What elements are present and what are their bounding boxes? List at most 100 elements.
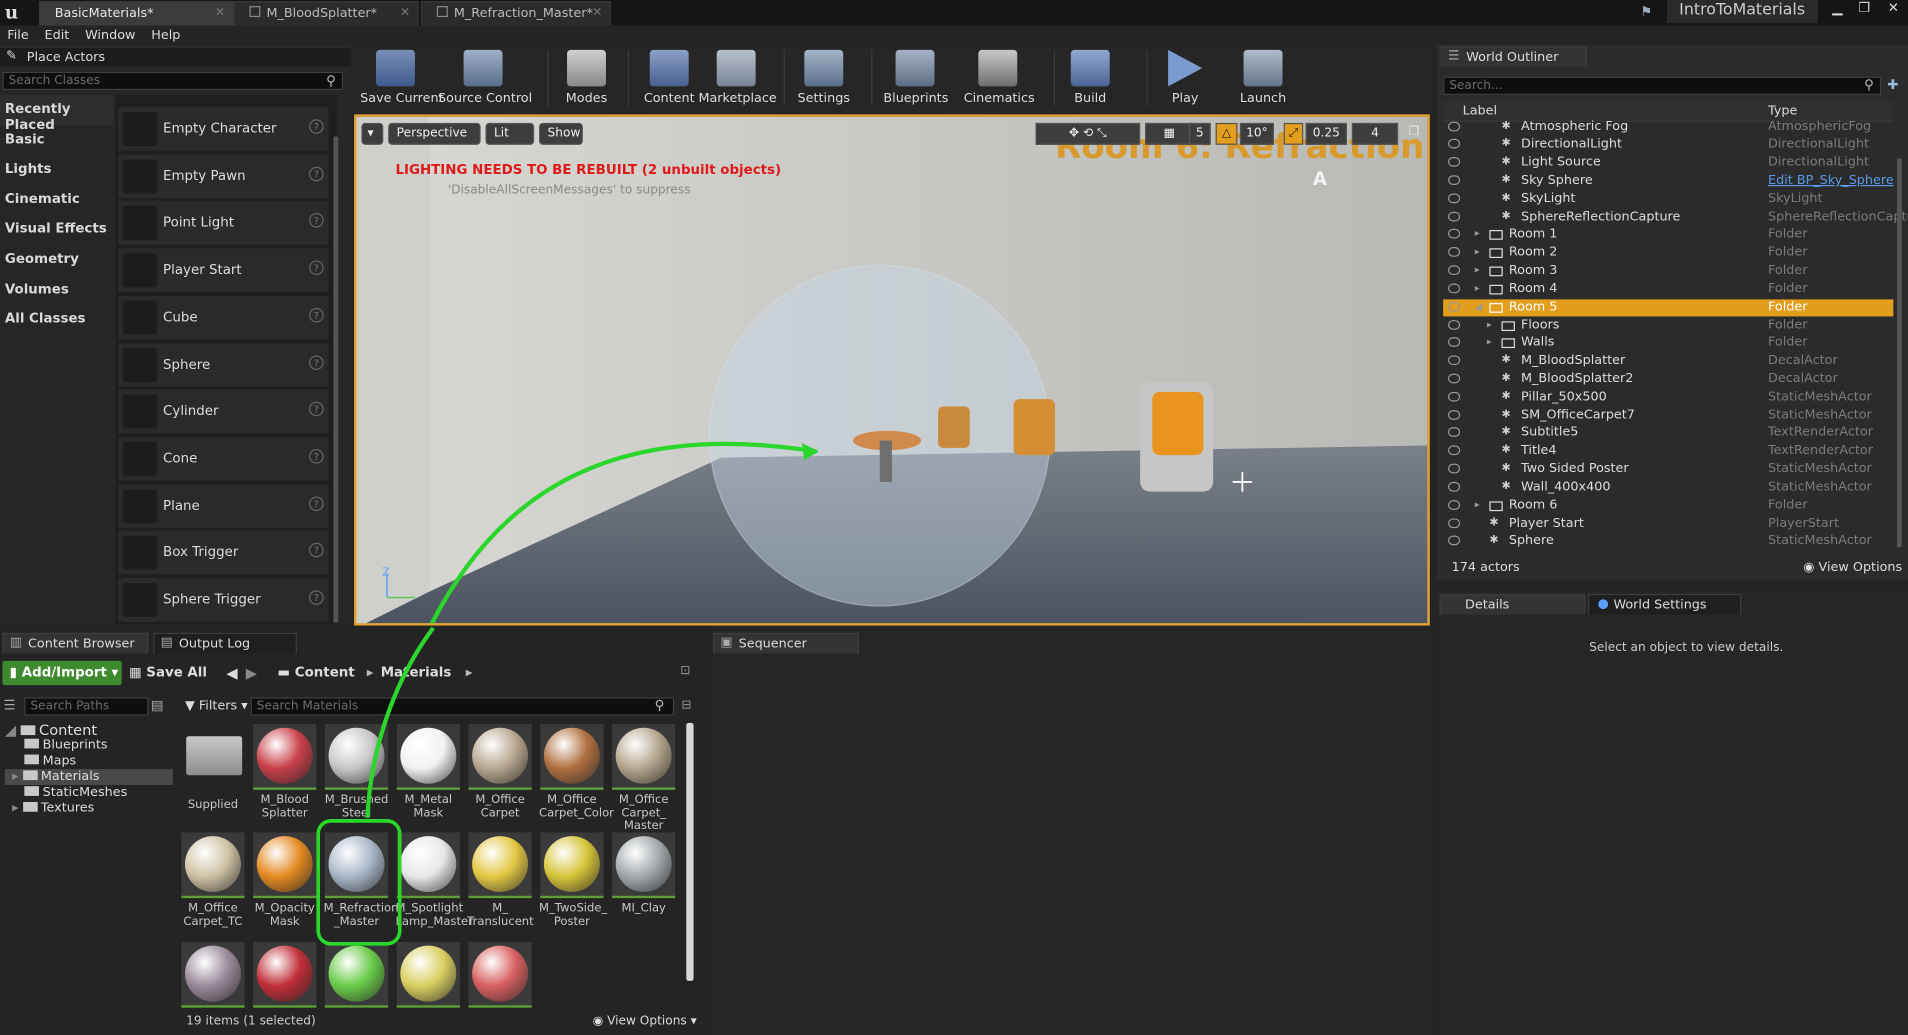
outliner-search-input[interactable]: Search... [1443, 76, 1882, 95]
material-asset[interactable]: M_ Translucent [467, 832, 534, 928]
outliner-row[interactable]: ✱ Title4 TextRenderActor [1443, 443, 1893, 461]
outliner-row[interactable]: ▸ Room 3 Folder [1443, 263, 1893, 281]
search-materials-input[interactable]: Search Materials [250, 697, 675, 716]
marketplace-button[interactable]: Marketplace [698, 49, 777, 106]
visibility-eye-icon[interactable] [1447, 283, 1461, 294]
world-outliner-tab[interactable]: ☰ World Outliner [1440, 46, 1587, 67]
actor-item[interactable]: Sphere Trigger? [118, 578, 329, 622]
help-icon[interactable]: ? [309, 401, 324, 417]
scale-snap-value[interactable]: 0.25 [1305, 122, 1347, 145]
content-button[interactable]: Content [642, 49, 696, 106]
actor-item[interactable]: Empty Character? [118, 107, 329, 151]
label-column-header[interactable]: Label [1463, 103, 1497, 118]
actor-item[interactable]: Plane? [118, 483, 329, 528]
maximize-viewport-icon[interactable]: ❐ [1405, 123, 1422, 145]
view-icon[interactable]: ▤ [151, 697, 164, 713]
filters-button[interactable]: ▼ Filters ▾ [185, 699, 248, 714]
visibility-eye-icon[interactable] [1447, 409, 1461, 420]
category-geometry[interactable]: Geometry [0, 245, 113, 275]
outliner-row[interactable]: ▸ Room 4 Folder [1443, 281, 1893, 299]
lit-button[interactable]: Lit [485, 122, 535, 145]
category-visual-effects[interactable]: Visual Effects [0, 215, 113, 245]
category-cinematic[interactable]: Cinematic [0, 185, 113, 215]
category-volumes[interactable]: Volumes [0, 275, 113, 305]
tree-item-content[interactable]: ◢ Content [5, 722, 173, 739]
help-icon[interactable]: ? [309, 119, 324, 134]
actor-item[interactable]: Player Start? [118, 248, 329, 293]
visibility-eye-icon[interactable] [1447, 121, 1461, 131]
actor-item[interactable]: Sphere? [118, 342, 329, 387]
asset-view-options[interactable]: ◉ View Options ▾ [593, 1015, 697, 1028]
help-icon[interactable]: ? [309, 354, 324, 370]
outliner-view-options[interactable]: ◉ View Options [1803, 560, 1902, 575]
menu-edit[interactable]: Edit [37, 27, 78, 43]
material-asset[interactable] [395, 941, 461, 1013]
camera-speed-button[interactable]: 4 [1351, 122, 1399, 145]
build-button[interactable]: Build [1066, 49, 1115, 106]
close-window-icon[interactable]: ✕ [1881, 0, 1905, 17]
outliner-row[interactable]: ✱ Atmospheric Fog AtmosphericFog [1443, 119, 1893, 137]
menu-help[interactable]: Help [144, 27, 189, 43]
help-icon[interactable]: ? [309, 307, 324, 323]
sequencer-tab[interactable]: ▣ Sequencer [713, 632, 860, 654]
material-asset[interactable]: M_Blood Splatter [252, 724, 318, 820]
outliner-row[interactable]: ✱ SkyLight SkyLight [1443, 191, 1893, 209]
expanded-arrow-icon[interactable]: ◢ [1475, 300, 1487, 312]
tree-item-blueprints[interactable]: Blueprints [5, 738, 173, 754]
material-asset[interactable] [324, 941, 390, 1013]
actor-item[interactable]: Cube? [118, 295, 329, 340]
tree-item-textures[interactable]: ▸ Textures [5, 801, 173, 817]
outliner-row[interactable]: ✱ Sphere StaticMeshActor [1443, 533, 1893, 551]
outliner-row[interactable]: ✱ Subtitle5 TextRenderActor [1443, 425, 1893, 443]
visibility-eye-icon[interactable] [1447, 445, 1461, 456]
actor-item[interactable]: Point Light? [118, 201, 329, 246]
add-filter-icon[interactable]: ✚ [1887, 77, 1898, 93]
notification-icon[interactable]: ⚑ [1640, 4, 1657, 20]
outliner-row[interactable]: ✱ SM_OfficeCarpet7 StaticMeshActor [1443, 407, 1893, 425]
outliner-row[interactable]: ✱ Two Sided Poster StaticMeshActor [1443, 461, 1893, 479]
close-icon[interactable]: ✕ [215, 6, 225, 19]
material-asset[interactable]: M_Office Carpet_Color [539, 724, 614, 820]
collapsed-arrow-icon[interactable]: ▸ [1475, 246, 1487, 258]
settings-button[interactable]: Settings [796, 49, 852, 106]
scale-snap-icon[interactable]: ⤢ [1283, 122, 1304, 145]
viewport-options-button[interactable]: ▾ [361, 122, 384, 145]
save-all-button[interactable]: ▦ Save All [129, 664, 207, 680]
close-icon[interactable]: ✕ [400, 6, 410, 19]
visibility-eye-icon[interactable] [1447, 499, 1461, 510]
collapsed-arrow-icon[interactable]: ▸ [1475, 282, 1487, 294]
menu-file[interactable]: File [0, 27, 37, 43]
tab-blood-splatter[interactable]: M_BloodSplatter* ✕ [233, 1, 419, 26]
play-button[interactable]: Play [1158, 49, 1212, 106]
breadcrumb-content[interactable]: Content [295, 664, 355, 680]
help-icon[interactable]: ? [309, 448, 324, 464]
visibility-eye-icon[interactable] [1447, 157, 1461, 167]
level-viewport[interactable]: Room 6: Refraction & A LIGHTING NEEDS TO… [354, 114, 1430, 626]
tree-item-maps[interactable]: Maps [5, 753, 173, 769]
help-icon[interactable]: ? [309, 260, 324, 276]
surface-snap-button[interactable]: ▦ [1145, 122, 1194, 145]
modes-button[interactable]: Modes [560, 49, 614, 106]
material-asset[interactable]: M_Office Carpet_TC [180, 832, 246, 928]
visibility-eye-icon[interactable] [1447, 463, 1461, 474]
visibility-eye-icon[interactable] [1447, 211, 1461, 221]
collapsed-arrow-icon[interactable]: ▸ [1475, 264, 1487, 276]
visibility-eye-icon[interactable] [1447, 481, 1461, 492]
material-asset[interactable]: M_Office Carpet [467, 724, 533, 820]
outliner-row[interactable]: ▸ Floors Folder [1443, 317, 1893, 335]
outliner-scrollbar[interactable] [1896, 158, 1902, 548]
tab-basic-materials[interactable]: BasicMaterials* ✕ [38, 1, 234, 26]
asset-scrollbar[interactable] [686, 722, 694, 981]
blueprints-button[interactable]: Blueprints [883, 49, 948, 106]
visibility-eye-icon[interactable] [1447, 391, 1461, 402]
visibility-eye-icon[interactable] [1447, 319, 1461, 330]
collapsed-arrow-icon[interactable]: ▸ [1487, 318, 1499, 330]
transform-tools[interactable]: ✥ ⟲ ⤡ [1035, 122, 1141, 145]
world-settings-tab[interactable]: ● World Settings [1587, 593, 1742, 615]
visibility-eye-icon[interactable] [1447, 175, 1461, 185]
perspective-button[interactable]: Perspective [388, 122, 481, 145]
save-current-button[interactable]: Save Current [360, 49, 444, 106]
help-icon[interactable]: ? [309, 213, 324, 229]
back-arrow-icon[interactable]: ◀ [226, 664, 237, 681]
visibility-eye-icon[interactable] [1447, 535, 1461, 546]
